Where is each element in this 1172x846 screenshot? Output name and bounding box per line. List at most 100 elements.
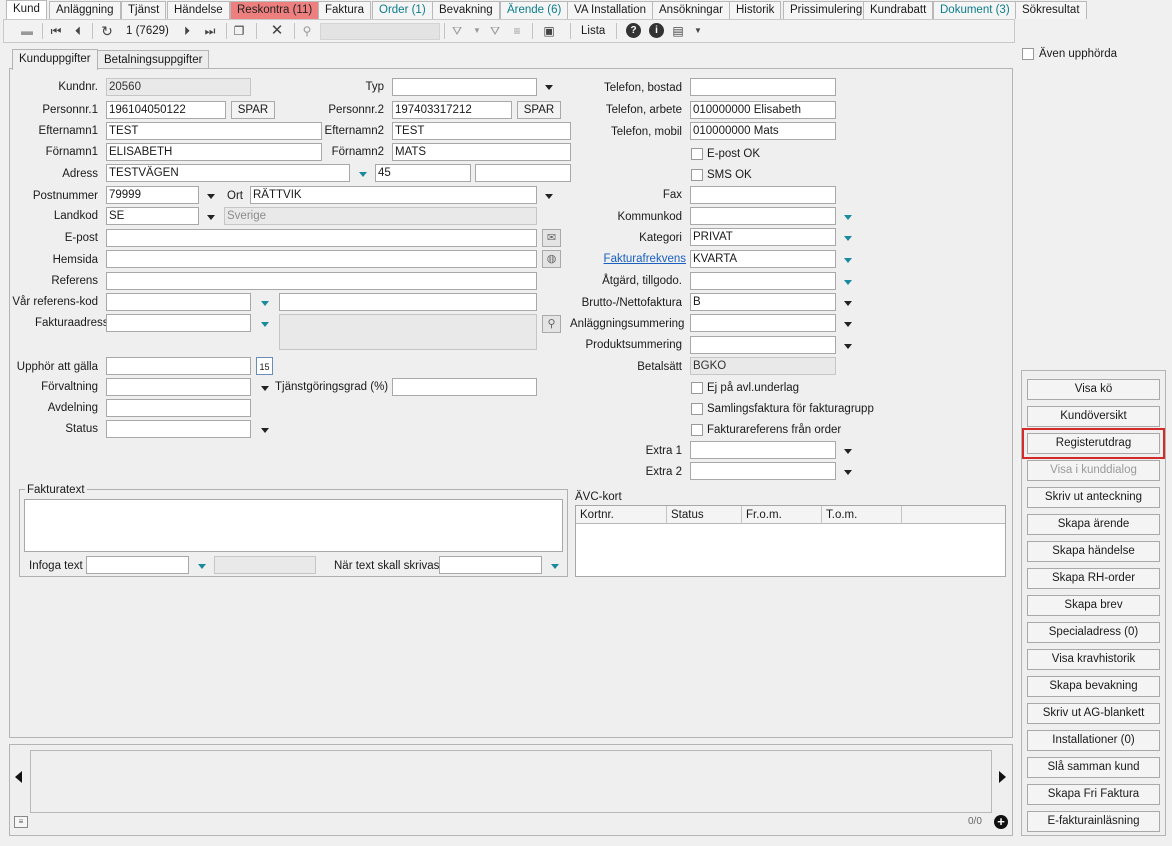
tab-sokresultat[interactable]: Sökresultat <box>1015 1 1087 19</box>
sms-ok-checkbox[interactable] <box>691 169 703 181</box>
ort-dropdown-icon[interactable] <box>543 190 555 202</box>
spar2-button[interactable]: SPAR <box>517 101 561 119</box>
tab-arende[interactable]: Ärende (6) <box>500 1 569 19</box>
column-header-tom[interactable]: T.o.m. <box>822 506 902 524</box>
tjanstgoringsgrad-field[interactable] <box>392 378 537 396</box>
search-address-icon[interactable]: ⚲ <box>542 315 561 333</box>
tab-ansokningar[interactable]: Ansökningar <box>652 1 730 19</box>
tel-bostad-field[interactable] <box>690 78 836 96</box>
epost-field[interactable] <box>106 229 537 247</box>
refresh-icon[interactable]: ↻ <box>98 22 116 40</box>
kommunkod-dropdown-icon[interactable] <box>842 211 854 223</box>
print-icon[interactable]: ▬ <box>18 22 36 40</box>
ej-avl-checkbox[interactable] <box>691 382 703 394</box>
visa-kravhistorik-button[interactable]: Visa kravhistorik <box>1027 649 1160 670</box>
tab-prissimulering[interactable]: Prissimulering <box>783 1 870 19</box>
extra2-dropdown-icon[interactable] <box>842 466 854 478</box>
help-icon[interactable]: ? <box>626 23 641 38</box>
fornamn1-field[interactable]: ELISABETH <box>106 143 322 161</box>
fakturafrekvens-dropdown-icon[interactable] <box>842 254 854 266</box>
var-referens-name-field[interactable] <box>279 293 537 311</box>
specialadress-button[interactable]: Specialadress (0) <box>1027 622 1160 643</box>
filter-icon[interactable]: ⛛ <box>448 22 466 40</box>
search-input[interactable] <box>320 23 440 40</box>
skapa-arende-button[interactable]: Skapa ärende <box>1027 514 1160 535</box>
skriv-ut-anteckning-button[interactable]: Skriv ut anteckning <box>1027 487 1160 508</box>
adress-field[interactable]: TESTVÄGEN <box>106 164 350 182</box>
fakturafrekvens-link[interactable]: Fakturafrekvens <box>590 250 686 268</box>
hemsida-field[interactable] <box>106 250 537 268</box>
e-fakturainlasning-button[interactable]: E-fakturainläsning <box>1027 811 1160 832</box>
column-header-kortnr[interactable]: Kortnr. <box>576 506 667 524</box>
kategori-field[interactable]: PRIVAT <box>690 228 836 246</box>
var-referens-field[interactable] <box>106 293 251 311</box>
forvaltning-field[interactable] <box>106 378 251 396</box>
advanced-filter-icon[interactable]: ⛛ <box>486 22 504 40</box>
tab-handelse[interactable]: Händelse <box>167 1 230 19</box>
tab-dokument[interactable]: Dokument (3) <box>933 1 1017 19</box>
tab-va-installation[interactable]: VA Installation <box>567 1 654 19</box>
brutto-dropdown-icon[interactable] <box>842 297 854 309</box>
column-header-status[interactable]: Status <box>667 506 742 524</box>
tab-kunduppgifter[interactable]: Kunduppgifter <box>12 49 98 70</box>
tab-faktura[interactable]: Faktura <box>318 1 371 19</box>
tab-kund[interactable]: Kund <box>6 0 47 19</box>
fakturaadress-field[interactable] <box>106 314 251 332</box>
epost-ok-checkbox[interactable] <box>691 148 703 160</box>
skapa-bevakning-button[interactable]: Skapa bevakning <box>1027 676 1160 697</box>
postnummer-field[interactable]: 79999 <box>106 186 199 204</box>
fakturafrekvens-field[interactable]: KVARTA <box>690 250 836 268</box>
extra1-field[interactable] <box>690 441 836 459</box>
efternamn1-field[interactable]: TEST <box>106 122 322 140</box>
nar-text-field[interactable] <box>439 556 542 574</box>
status-field[interactable] <box>106 420 251 438</box>
previous-record-icon[interactable]: ⏴ <box>69 22 87 40</box>
fax-field[interactable] <box>690 186 836 204</box>
search-icon[interactable]: ⚲ <box>298 22 316 40</box>
skapa-rh-order-button[interactable]: Skapa RH-order <box>1027 568 1160 589</box>
tel-mobil-field[interactable]: 010000000 Mats <box>690 122 836 140</box>
landkod-field[interactable]: SE <box>106 207 199 225</box>
skapa-fri-faktura-button[interactable]: Skapa Fri Faktura <box>1027 784 1160 805</box>
report-dropdown-icon[interactable]: ▼ <box>689 22 707 40</box>
delete-icon[interactable]: ✕ <box>268 22 286 40</box>
efternamn2-field[interactable]: TEST <box>392 122 571 140</box>
atgard-field[interactable] <box>690 272 836 290</box>
kommunkod-field[interactable] <box>690 207 836 225</box>
landkod-dropdown-icon[interactable] <box>205 211 217 223</box>
anlaggningssummering-dropdown-icon[interactable] <box>842 318 854 330</box>
report-icon[interactable]: ▤ <box>669 22 687 40</box>
typ-dropdown-icon[interactable] <box>543 81 555 93</box>
status-dropdown-icon[interactable] <box>259 424 271 436</box>
kundoversikt-button[interactable]: Kundöversikt <box>1027 406 1160 427</box>
new-document-icon[interactable]: ❐ <box>230 22 248 40</box>
first-record-icon[interactable]: ⏮ <box>47 22 65 40</box>
produktsummering-field[interactable] <box>690 336 836 354</box>
adress-dropdown-icon[interactable] <box>357 168 369 180</box>
forvaltning-dropdown-icon[interactable] <box>259 382 271 394</box>
avdelning-field[interactable] <box>106 399 251 417</box>
aven-upphorda-checkbox[interactable] <box>1022 48 1034 60</box>
tab-tjanst[interactable]: Tjänst <box>121 1 167 19</box>
mail-icon[interactable]: ✉ <box>542 229 561 247</box>
skriv-ut-ag-blankett-button[interactable]: Skriv ut AG-blankett <box>1027 703 1160 724</box>
filter-dropdown-icon[interactable]: ▼ <box>468 22 486 40</box>
tab-bevakning[interactable]: Bevakning <box>432 1 500 19</box>
previous-note-arrow-icon[interactable] <box>15 771 22 783</box>
list-button[interactable]: Lista <box>581 22 605 40</box>
skapa-handelse-button[interactable]: Skapa händelse <box>1027 541 1160 562</box>
last-record-icon[interactable]: ⏭ <box>201 22 219 40</box>
brutto-field[interactable]: B <box>690 293 836 311</box>
tab-anlaggning[interactable]: Anläggning <box>49 1 121 19</box>
extra2-field[interactable] <box>690 462 836 480</box>
produktsummering-dropdown-icon[interactable] <box>842 340 854 352</box>
spar1-button[interactable]: SPAR <box>231 101 275 119</box>
notes-content-area[interactable] <box>30 750 992 813</box>
extra1-dropdown-icon[interactable] <box>842 445 854 457</box>
referens-field[interactable] <box>106 272 537 290</box>
infoga-text-dropdown-icon[interactable] <box>196 560 208 572</box>
tab-betalningsuppgifter[interactable]: Betalningsuppgifter <box>97 50 210 70</box>
nar-text-dropdown-icon[interactable] <box>549 560 561 572</box>
avc-kort-grid[interactable]: Kortnr. Status Fr.o.m. T.o.m. <box>575 505 1006 577</box>
tab-historik[interactable]: Historik <box>729 1 782 19</box>
